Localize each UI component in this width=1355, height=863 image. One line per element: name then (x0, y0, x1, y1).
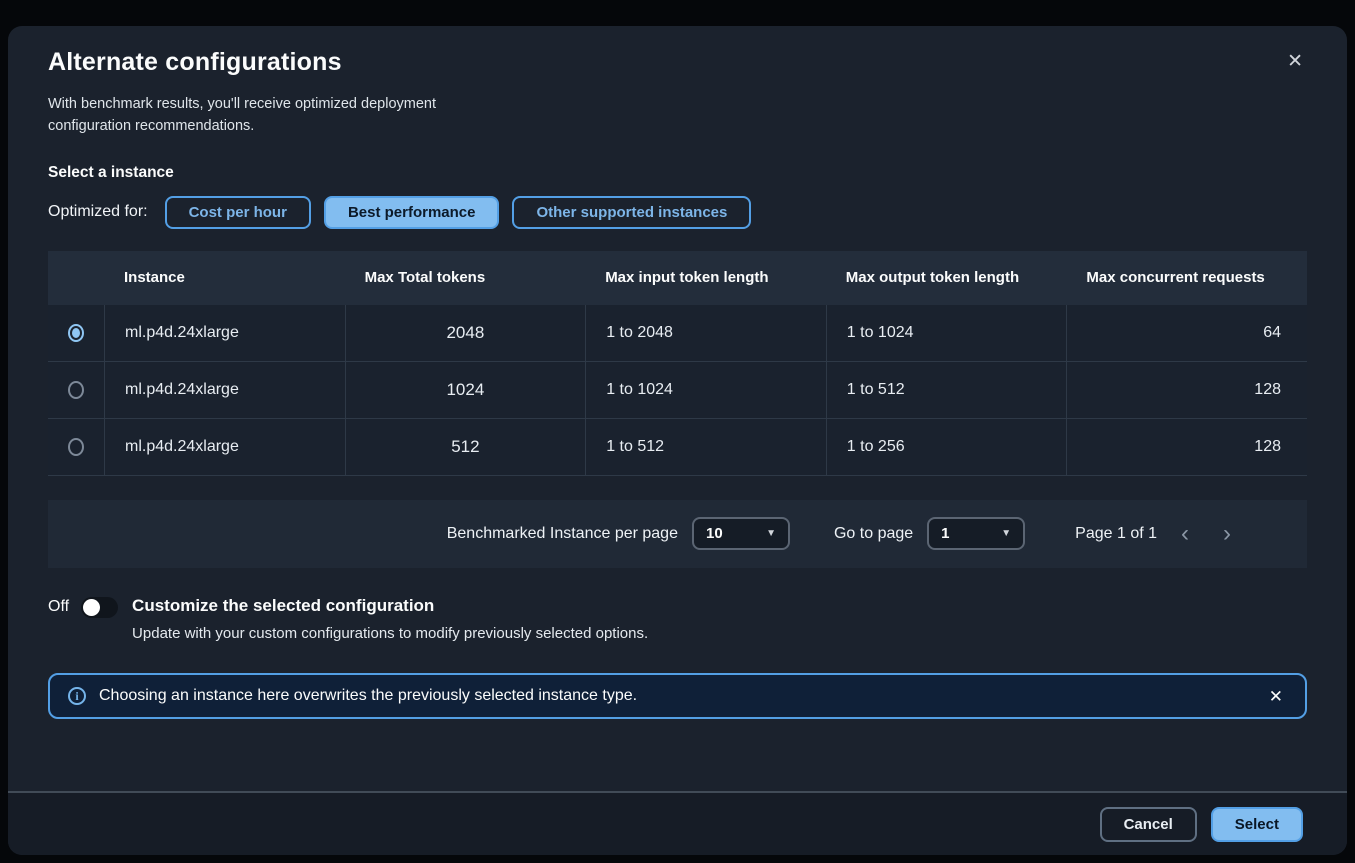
chevron-down-icon: ▼ (1001, 528, 1011, 539)
max-concurrent-requests-cell: 128 (1066, 362, 1307, 418)
max-input-token-length-cell: 1 to 512 (585, 419, 826, 475)
row-radio-button[interactable] (68, 438, 84, 456)
modal-backdrop: Alternate configurations ✕ With benchmar… (0, 0, 1355, 863)
radio-cell (48, 362, 104, 418)
max-total-tokens-cell: 1024 (345, 362, 586, 418)
max-output-token-length-cell: 1 to 1024 (826, 305, 1067, 361)
radio-column-header (48, 251, 104, 305)
instance-cell: ml.p4d.24xlarge (104, 362, 345, 418)
column-header-max-total-tokens: Max Total tokens (345, 251, 586, 305)
cancel-button[interactable]: Cancel (1100, 807, 1197, 842)
max-concurrent-requests-cell: 128 (1066, 419, 1307, 475)
column-header-instance: Instance (104, 251, 345, 305)
previous-page-icon[interactable]: ‹ (1171, 522, 1199, 546)
select-instance-label: Select a instance (48, 164, 1307, 182)
max-total-tokens-cell: 2048 (345, 305, 586, 361)
page-info: Page 1 of 1 (1075, 525, 1157, 543)
per-page-select[interactable]: 10 ▼ (692, 517, 790, 550)
pagination-bar: Benchmarked Instance per page 10 ▼ Go to… (48, 500, 1307, 568)
modal-title: Alternate configurations (48, 48, 342, 77)
column-header-max-output-token-length: Max output token length (826, 251, 1067, 305)
optimized-for-label: Optimized for: (48, 203, 148, 221)
filter-best-performance-button[interactable]: Best performance (324, 196, 500, 229)
customize-text: Customize the selected configuration Upd… (132, 596, 648, 645)
go-to-page-value: 1 (941, 525, 949, 542)
select-button[interactable]: Select (1211, 807, 1303, 842)
max-concurrent-requests-cell: 64 (1066, 305, 1307, 361)
table-row[interactable]: ml.p4d.24xlarge 512 1 to 512 1 to 256 12… (48, 419, 1307, 476)
column-header-max-input-token-length: Max input token length (585, 251, 826, 305)
next-page-icon[interactable]: › (1213, 522, 1241, 546)
row-radio-button[interactable] (68, 381, 84, 399)
radio-cell (48, 305, 104, 361)
modal-description: With benchmark results, you'll receive o… (48, 93, 508, 138)
optimized-for-row: Optimized for: Cost per hour Best perfor… (48, 196, 1307, 229)
info-alert: i Choosing an instance here overwrites t… (48, 673, 1307, 719)
table-header-row: Instance Max Total tokens Max input toke… (48, 251, 1307, 305)
info-icon: i (68, 687, 86, 705)
customize-section: Off Customize the selected configuration… (48, 596, 1307, 645)
close-icon[interactable]: ✕ (1283, 48, 1307, 75)
table-row[interactable]: ml.p4d.24xlarge 1024 1 to 1024 1 to 512 … (48, 362, 1307, 419)
toggle-state-label: Off (48, 598, 69, 616)
instances-table: Instance Max Total tokens Max input toke… (48, 251, 1307, 476)
modal-header: Alternate configurations ✕ (48, 48, 1307, 77)
table-row[interactable]: ml.p4d.24xlarge 2048 1 to 2048 1 to 1024… (48, 305, 1307, 362)
go-to-page-select[interactable]: 1 ▼ (927, 517, 1025, 550)
column-header-max-concurrent-requests: Max concurrent requests (1066, 251, 1307, 305)
instance-cell: ml.p4d.24xlarge (104, 305, 345, 361)
max-output-token-length-cell: 1 to 512 (826, 362, 1067, 418)
modal-body: Alternate configurations ✕ With benchmar… (8, 26, 1347, 719)
customize-description: Update with your custom configurations t… (132, 622, 648, 645)
row-radio-button[interactable] (68, 324, 84, 342)
max-output-token-length-cell: 1 to 256 (826, 419, 1067, 475)
modal-footer: Cancel Select (8, 791, 1347, 855)
alert-close-icon[interactable]: ✕ (1265, 684, 1287, 709)
chevron-down-icon: ▼ (766, 528, 776, 539)
per-page-label: Benchmarked Instance per page (447, 525, 678, 543)
alert-message: Choosing an instance here overwrites the… (99, 687, 637, 705)
instance-cell: ml.p4d.24xlarge (104, 419, 345, 475)
max-input-token-length-cell: 1 to 1024 (585, 362, 826, 418)
filter-other-supported-instances-button[interactable]: Other supported instances (512, 196, 751, 229)
customize-toggle-switch[interactable] (81, 597, 118, 618)
max-total-tokens-cell: 512 (345, 419, 586, 475)
radio-cell (48, 419, 104, 475)
customize-title: Customize the selected configuration (132, 596, 648, 616)
filter-cost-per-hour-button[interactable]: Cost per hour (165, 196, 311, 229)
per-page-value: 10 (706, 525, 723, 542)
max-input-token-length-cell: 1 to 2048 (585, 305, 826, 361)
go-to-page-label: Go to page (834, 525, 913, 543)
alternate-configurations-modal: Alternate configurations ✕ With benchmar… (8, 26, 1347, 855)
